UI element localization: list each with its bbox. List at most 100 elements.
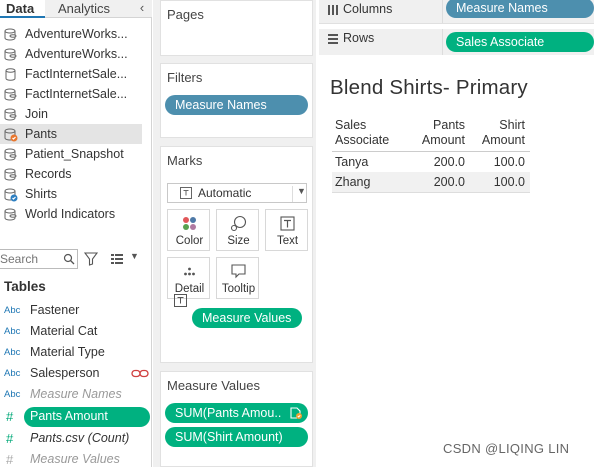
columns-label: Columns bbox=[343, 2, 393, 16]
text-icon bbox=[280, 216, 295, 231]
columns-pill-measure-names[interactable]: Measure Names bbox=[446, 0, 594, 18]
pages-card[interactable]: Pages bbox=[160, 0, 313, 56]
color-button[interactable]: Color bbox=[167, 209, 210, 251]
measure-pill-pants-amount[interactable]: SUM(Pants Amou.. bbox=[165, 403, 308, 423]
tooltip-label: Tooltip bbox=[221, 283, 256, 295]
datasource-item[interactable]: FactInternetSale... bbox=[0, 84, 142, 104]
header-sales-associate[interactable]: Sales Associate bbox=[335, 118, 389, 148]
field-label: Material Cat bbox=[30, 324, 98, 338]
field-label: Measure Values bbox=[30, 452, 120, 466]
table-row[interactable]: Tanya 200.0 100.0 bbox=[332, 152, 530, 172]
chevron-down-icon[interactable]: ▼ bbox=[292, 186, 306, 202]
datasource-item[interactable]: Records bbox=[0, 164, 142, 184]
worksheet-canvas: Blend Shirts- Primary Sales Associate Pa… bbox=[319, 62, 594, 467]
mark-type-dropdown[interactable]: Automatic ▼ bbox=[167, 183, 307, 203]
pane-tabs: Data Analytics ‹ bbox=[0, 0, 152, 18]
chevron-down-icon[interactable]: ▼ bbox=[130, 251, 139, 261]
datasource-icon bbox=[4, 208, 17, 221]
string-type-icon: Abc bbox=[4, 305, 21, 316]
table-row[interactable]: Zhang 200.0 100.0 bbox=[332, 172, 530, 192]
rows-label: Rows bbox=[343, 31, 375, 45]
secondary-source-icon bbox=[290, 407, 302, 419]
columns-icon bbox=[328, 5, 338, 15]
header-pants-amount[interactable]: Pants Amount bbox=[412, 118, 465, 148]
link-icon[interactable] bbox=[131, 369, 149, 378]
size-button[interactable]: Size bbox=[216, 209, 259, 251]
rows-shelf[interactable]: Rows Sales Associate bbox=[319, 29, 594, 55]
rows-pill-sales-associate[interactable]: Sales Associate bbox=[446, 32, 594, 52]
number-type-icon: # bbox=[6, 409, 14, 424]
datasource-icon bbox=[4, 148, 17, 161]
datasource-item[interactable]: World Indicators bbox=[0, 204, 142, 224]
filter-pill-measure-names[interactable]: Measure Names bbox=[165, 95, 308, 115]
marks-title: Marks bbox=[167, 153, 203, 168]
datasource-item[interactable]: FactInternetSale... bbox=[0, 64, 142, 84]
tooltip-button[interactable]: Tooltip bbox=[216, 257, 259, 299]
datasource-item[interactable]: AdventureWorks... bbox=[0, 24, 142, 44]
field-item[interactable]: # Measure Values bbox=[0, 449, 152, 467]
datasource-primary-icon bbox=[4, 188, 18, 202]
datasource-item[interactable]: AdventureWorks... bbox=[0, 44, 142, 64]
database-icon bbox=[5, 68, 16, 81]
datasource-label: Patient_Snapshot bbox=[25, 147, 124, 161]
shelf-divider bbox=[442, 29, 443, 55]
field-item[interactable]: Abc Material Type bbox=[0, 342, 152, 363]
search-input[interactable] bbox=[0, 251, 60, 267]
search-icon[interactable] bbox=[63, 253, 75, 265]
header-line: Sales bbox=[335, 118, 367, 132]
measure-values-card[interactable]: Measure Values SUM(Pants Amou.. SUM(Shir… bbox=[160, 371, 313, 467]
detail-button[interactable]: Detail bbox=[167, 257, 210, 299]
datasource-icon bbox=[4, 88, 17, 101]
string-type-icon: Abc bbox=[4, 347, 21, 358]
header-line: Pants bbox=[433, 118, 465, 132]
field-label: Pants Amount bbox=[30, 409, 108, 423]
datasource-label: World Indicators bbox=[25, 207, 116, 221]
marks-card[interactable]: Marks Automatic ▼ Color Size Text Detail… bbox=[160, 146, 313, 363]
detail-icon bbox=[184, 267, 195, 276]
text-label: Text bbox=[276, 235, 299, 247]
datasource-item-selected[interactable]: Pants bbox=[0, 124, 142, 144]
text-button[interactable]: Text bbox=[265, 209, 308, 251]
field-item[interactable]: Abc Salesperson bbox=[0, 363, 152, 384]
field-item[interactable]: Abc Material Cat bbox=[0, 321, 152, 342]
field-label: Salesperson bbox=[30, 366, 100, 380]
measure-pill-shirt-amount[interactable]: SUM(Shirt Amount) bbox=[165, 427, 308, 447]
cell-pants: 200.0 bbox=[433, 155, 465, 169]
list-view-icon[interactable] bbox=[110, 253, 124, 265]
string-type-icon: Abc bbox=[4, 389, 21, 400]
field-item-selected[interactable]: # Pants Amount bbox=[0, 406, 152, 427]
rows-icon bbox=[328, 34, 338, 44]
header-shirt-amount[interactable]: Shirt Amount bbox=[472, 118, 525, 148]
datasource-icon bbox=[4, 168, 17, 181]
tooltip-icon bbox=[231, 264, 246, 279]
datasource-label: Records bbox=[25, 167, 72, 181]
datasource-label: AdventureWorks... bbox=[25, 27, 128, 41]
field-item[interactable]: # Pants.csv (Count) bbox=[0, 428, 152, 449]
marks-measure-values-pill[interactable]: Measure Values bbox=[192, 308, 302, 328]
pages-title: Pages bbox=[167, 7, 204, 22]
tab-analytics[interactable]: Analytics bbox=[52, 0, 116, 18]
columns-shelf[interactable]: Columns Measure Names bbox=[319, 0, 594, 24]
data-pane: Data Analytics ‹ AdventureWorks... Adven… bbox=[0, 0, 152, 467]
text-mark-icon bbox=[180, 187, 192, 199]
string-type-icon: Abc bbox=[4, 368, 21, 379]
filters-card[interactable]: Filters Measure Names bbox=[160, 63, 313, 138]
datasource-item[interactable]: Patient_Snapshot bbox=[0, 144, 142, 164]
field-item[interactable]: Abc Fastener bbox=[0, 300, 152, 321]
size-icon bbox=[230, 215, 247, 232]
collapse-pane-icon[interactable]: ‹ bbox=[134, 0, 150, 18]
datasource-label: Join bbox=[25, 107, 48, 121]
datasource-icon bbox=[4, 28, 17, 41]
cell-shirt: 100.0 bbox=[493, 155, 525, 169]
field-item[interactable]: Abc Measure Names bbox=[0, 384, 152, 405]
cards-column: Pages Filters Measure Names Marks Automa… bbox=[153, 0, 316, 467]
color-label: Color bbox=[175, 235, 204, 247]
datasource-label: FactInternetSale... bbox=[25, 87, 128, 101]
text-mark-icon bbox=[174, 294, 187, 307]
datasource-item[interactable]: Shirts bbox=[0, 184, 142, 204]
tab-data[interactable]: Data bbox=[0, 0, 45, 18]
filter-icon[interactable] bbox=[84, 252, 98, 266]
sheet-title[interactable]: Blend Shirts- Primary bbox=[330, 76, 528, 100]
datasource-item[interactable]: Join bbox=[0, 104, 142, 124]
field-label: Pants.csv (Count) bbox=[30, 431, 130, 445]
